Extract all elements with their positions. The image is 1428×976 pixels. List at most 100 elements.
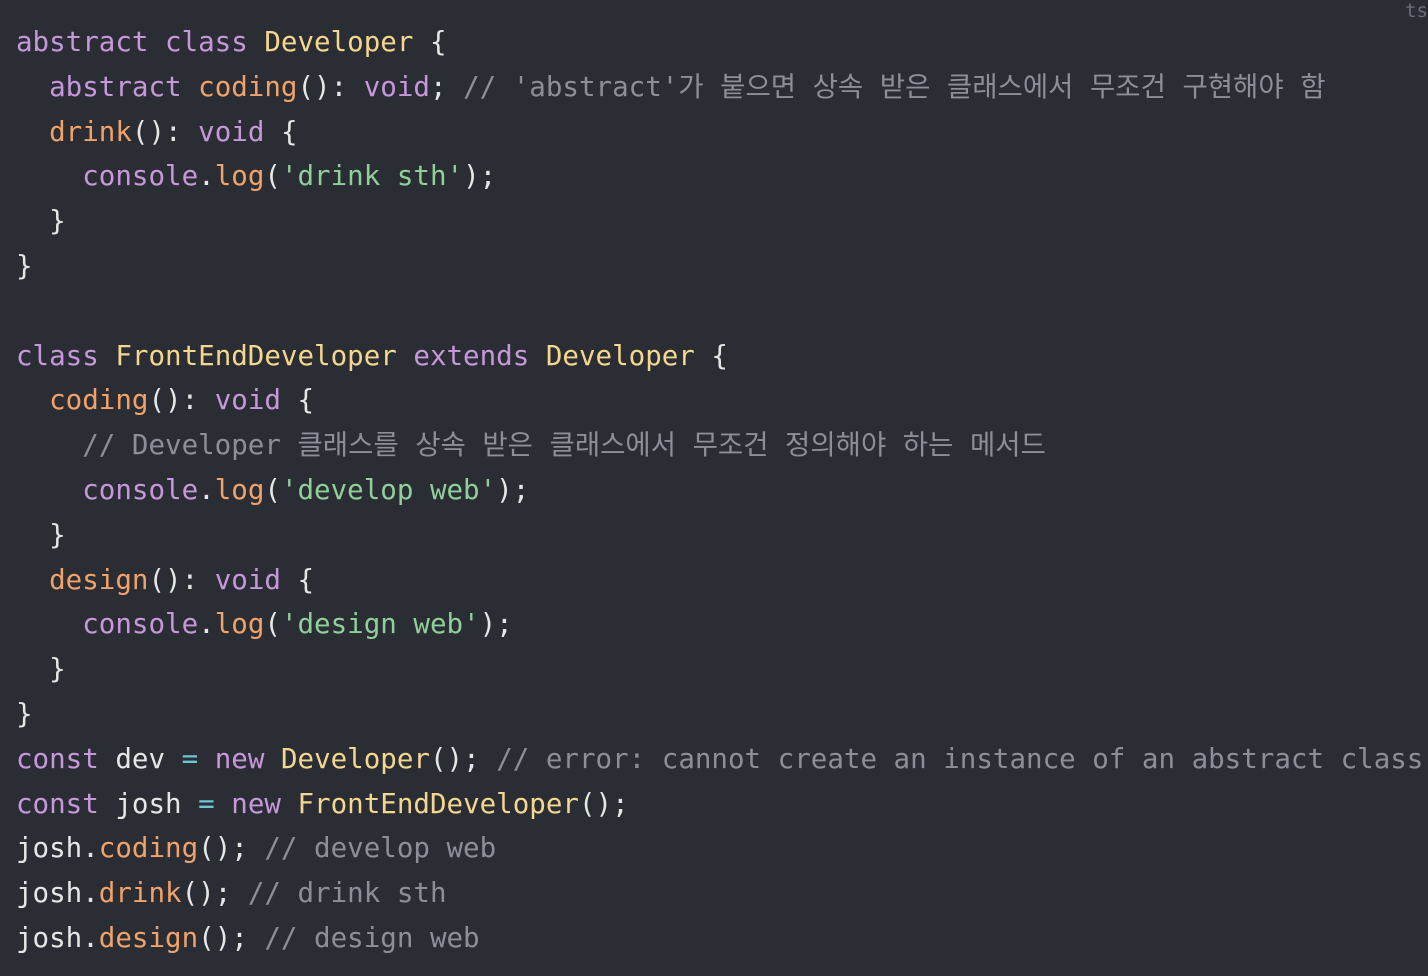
code-token-plain: { xyxy=(280,563,315,596)
code-token-plain: } xyxy=(16,653,66,686)
code-token-keyword: const xyxy=(16,742,99,775)
code-token-func: log xyxy=(214,160,265,193)
code-token-plain: ( xyxy=(264,160,281,193)
code-token-class: FrontEndDeveloper xyxy=(297,787,579,820)
code-token-keyword: extends xyxy=(413,339,530,372)
code-token-keyword: abstract xyxy=(49,70,182,103)
code-token-comment: // error: cannot create an instance of a… xyxy=(496,742,1424,775)
code-token-plain: } xyxy=(16,205,66,238)
code-line: console.log('design web'); xyxy=(16,602,1428,647)
code-token-keyword: void xyxy=(214,384,281,417)
code-token-plain: (); xyxy=(578,787,629,820)
code-token-plain: { xyxy=(694,339,728,372)
code-token-func: drink xyxy=(49,115,132,148)
code-token-func: coding xyxy=(98,832,199,865)
code-token-keyword: class xyxy=(16,339,99,372)
code-line: coding(): void { xyxy=(16,378,1428,423)
code-token-plain: josh xyxy=(98,787,199,820)
code-token-func: design xyxy=(49,563,149,596)
code-token-plain: . xyxy=(198,473,215,506)
code-token-comment: // 'abstract'가 붙으면 상속 받은 클래스에서 무조건 구현해야 … xyxy=(463,70,1326,103)
code-token-plain: dev xyxy=(98,742,182,775)
code-token-class: FrontEndDeveloper xyxy=(115,339,397,372)
code-token-plain: . xyxy=(198,160,215,193)
code-token-class: Developer xyxy=(264,26,414,58)
code-line: } xyxy=(16,647,1428,692)
code-token-keyword: void xyxy=(198,115,265,148)
code-line: josh.design(); // design web xyxy=(16,916,1428,961)
code-token-keyword: const xyxy=(16,787,99,820)
code-token-plain: } xyxy=(16,518,66,551)
code-token-string: 'design web' xyxy=(280,608,480,641)
code-line: class FrontEndDeveloper extends Develope… xyxy=(16,334,1428,379)
code-token-plain: (): xyxy=(131,115,199,148)
code-token-plain: (); xyxy=(181,877,248,910)
code-line: abstract coding(): void; // 'abstract'가 … xyxy=(16,65,1428,110)
code-block: ts abstract class Developer { abstract c… xyxy=(0,0,1428,976)
language-label: ts xyxy=(1405,0,1428,22)
code-token-keyword: void xyxy=(214,563,281,596)
code-token-plain: ); xyxy=(479,608,513,641)
code-token-class: Developer xyxy=(280,742,430,775)
code-token-func: drink xyxy=(98,877,182,910)
code-line: abstract class Developer { xyxy=(16,20,1428,65)
code-token-plain: (): xyxy=(297,70,364,103)
code-token-plain: { xyxy=(264,115,298,148)
code-line: console.log('drink sth'); xyxy=(16,154,1428,199)
code-token-plain: (): xyxy=(148,563,215,596)
code-token-keyword: new xyxy=(231,787,281,820)
code-token-plain: (); xyxy=(429,742,497,775)
code-token-func: coding xyxy=(198,70,298,103)
code-token-string: 'drink sth' xyxy=(280,160,464,193)
code-token-plain: { xyxy=(280,384,315,417)
code-token-plain: . xyxy=(198,608,215,641)
code-token-func: log xyxy=(214,608,265,641)
code-token-plain: ); xyxy=(496,473,530,506)
code-token-keyword: class xyxy=(165,26,248,58)
code-token-keyword: void xyxy=(363,70,430,103)
code-line: josh.drink(); // drink sth xyxy=(16,871,1428,916)
code-token-comment: // Developer 클래스를 상속 받은 클래스에서 무조건 정의해야 하… xyxy=(82,429,1046,462)
code-token-op: = xyxy=(198,787,215,820)
code-line: console.log('develop web'); xyxy=(16,468,1428,513)
code-token-plain: josh. xyxy=(16,921,99,954)
code-line: const dev = new Developer(); // error: c… xyxy=(16,737,1428,782)
code-line: } xyxy=(16,244,1428,289)
code-line: const josh = new FrontEndDeveloper(); xyxy=(16,782,1428,827)
code-token-obj: console xyxy=(82,160,199,193)
code-line: drink(): void { xyxy=(16,110,1428,155)
code-token-plain: (); xyxy=(198,832,265,865)
code-line: } xyxy=(16,199,1428,244)
code-token-plain: } xyxy=(16,697,33,730)
code-token-plain: josh. xyxy=(16,832,99,865)
code-line: } xyxy=(16,513,1428,558)
code-token-plain: ; xyxy=(429,70,464,103)
code-token-func: log xyxy=(214,473,265,506)
code-token-obj: console xyxy=(82,473,199,506)
code-token-plain: { xyxy=(413,26,447,58)
code-token-plain: josh. xyxy=(16,877,99,910)
code-token-plain: (): xyxy=(148,384,215,417)
code-token-keyword: abstract xyxy=(16,26,149,58)
code-line: // Developer 클래스를 상속 받은 클래스에서 무조건 정의해야 하… xyxy=(16,423,1428,468)
code-token-obj: console xyxy=(82,608,199,641)
code-token-comment: // design web xyxy=(264,921,480,954)
code-token-comment: // develop web xyxy=(264,832,497,865)
code-line: josh.coding(); // develop web xyxy=(16,826,1428,871)
code-token-plain: ); xyxy=(463,160,497,193)
